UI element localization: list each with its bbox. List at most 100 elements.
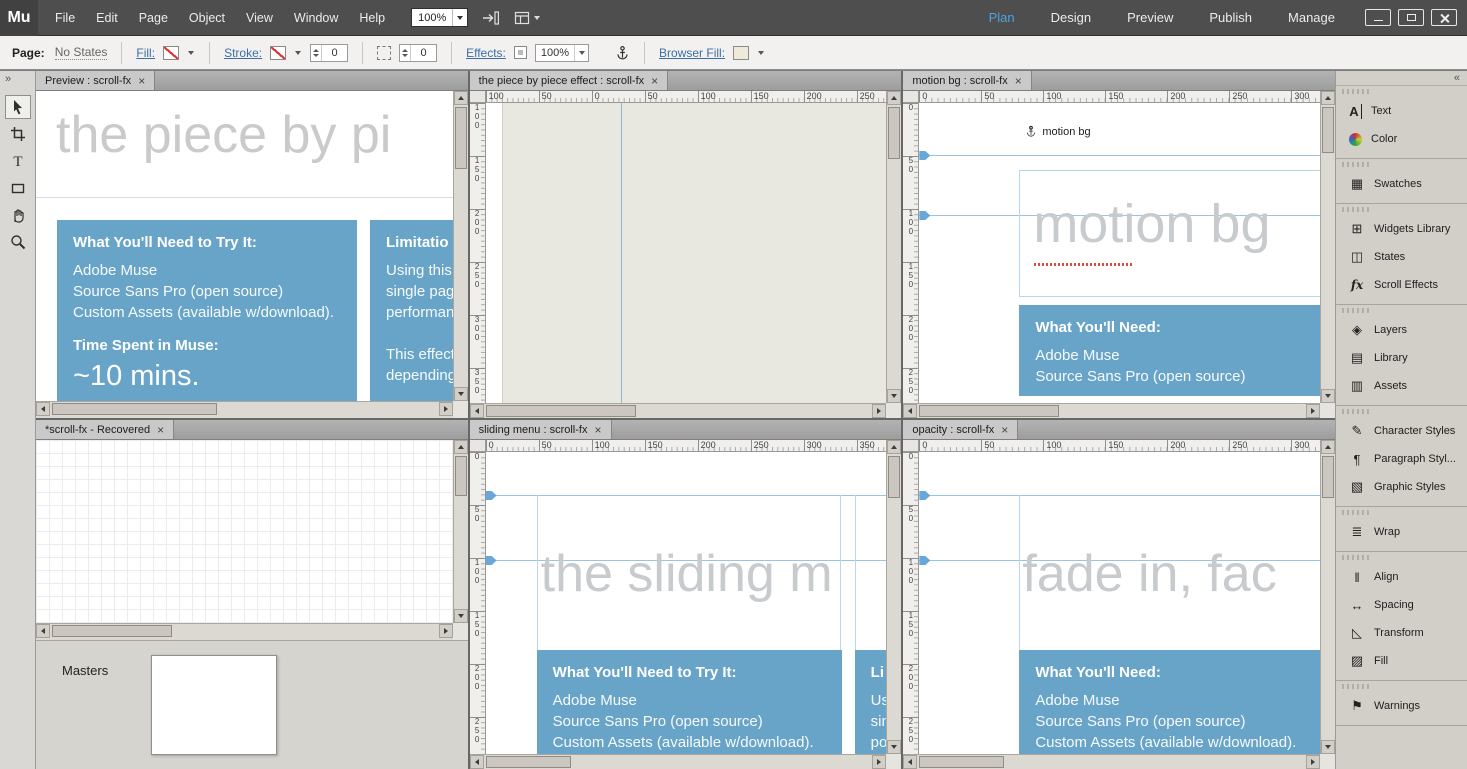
stroke-swatch[interactable]: [270, 45, 287, 60]
horizontal-scrollbar-thumb[interactable]: [52, 403, 217, 415]
effects-icon[interactable]: [513, 46, 527, 59]
dock-panel-item[interactable]: fx Scroll Effects: [1336, 271, 1467, 299]
dock-panel-item[interactable]: ◈ Layers: [1336, 316, 1467, 344]
vertical-scrollbar[interactable]: [886, 440, 902, 754]
menu-item[interactable]: Page: [139, 11, 168, 25]
browser-fill-dropdown-icon[interactable]: [757, 45, 765, 60]
mode-link[interactable]: Publish: [1209, 10, 1252, 25]
stepper-arrows-icon[interactable]: [311, 44, 323, 61]
guide-marker-icon[interactable]: [919, 556, 931, 565]
menu-item[interactable]: View: [246, 11, 273, 25]
scroll-up-icon[interactable]: [1320, 440, 1335, 454]
stroke-link[interactable]: Stroke:: [224, 46, 262, 60]
scroll-right-icon[interactable]: [438, 402, 453, 416]
scroll-down-icon[interactable]: [1320, 740, 1335, 754]
scroll-down-icon[interactable]: [887, 740, 902, 754]
fill-dropdown-icon[interactable]: [187, 45, 195, 60]
scroll-right-icon[interactable]: [872, 404, 887, 418]
tab-preview-scroll-fx[interactable]: Preview : scroll-fx ×: [36, 71, 156, 90]
scroll-up-icon[interactable]: [1320, 91, 1335, 105]
scroll-left-icon[interactable]: [903, 404, 918, 418]
zoom-select[interactable]: 100%: [411, 8, 469, 27]
guide-marker-icon[interactable]: [919, 211, 931, 220]
expand-tools-icon[interactable]: »: [0, 71, 35, 85]
zoom-tool[interactable]: [5, 230, 31, 254]
scroll-up-icon[interactable]: [887, 91, 902, 105]
tab-close-icon[interactable]: ×: [651, 74, 658, 88]
guide-line[interactable]: [919, 155, 1320, 156]
guide-marker-icon[interactable]: [919, 491, 931, 500]
vertical-scrollbar-thumb[interactable]: [888, 107, 901, 159]
close-button[interactable]: [1431, 9, 1457, 26]
dock-panel-item[interactable]: ▧ Graphic Styles: [1336, 473, 1467, 501]
horizontal-scrollbar[interactable]: [469, 403, 887, 418]
content-box-needs[interactable]: What You'll Need: Adobe Muse Source Sans …: [1019, 650, 1320, 754]
horizontal-scrollbar-thumb[interactable]: [919, 405, 1060, 417]
stroke-dropdown-icon[interactable]: [294, 45, 302, 60]
scroll-down-icon[interactable]: [887, 389, 902, 403]
mode-link[interactable]: Design: [1051, 10, 1091, 25]
menu-item[interactable]: Object: [189, 11, 225, 25]
fill-swatch[interactable]: [163, 45, 180, 60]
dock-panel-item[interactable]: ‖ Align: [1336, 563, 1467, 591]
vertical-scrollbar[interactable]: [452, 91, 468, 401]
vertical-scrollbar-thumb[interactable]: [888, 456, 901, 498]
scroll-down-icon[interactable]: [1320, 389, 1335, 403]
collapse-dock-icon[interactable]: «: [1336, 71, 1467, 86]
scroll-left-icon[interactable]: [469, 404, 484, 418]
scroll-right-icon[interactable]: [1305, 755, 1320, 769]
preview-canvas[interactable]: the piece by pi What You'll Need to Try …: [36, 91, 453, 401]
horizontal-scrollbar[interactable]: [36, 401, 453, 418]
vertical-scrollbar[interactable]: [1319, 440, 1335, 754]
screen-mode-icon[interactable]: [514, 10, 541, 26]
dock-panel-item[interactable]: ⊞ Widgets Library: [1336, 215, 1467, 243]
guide-marker-icon[interactable]: [485, 556, 497, 565]
design-canvas[interactable]: fade in, fac What You'll Need: Adobe Mus…: [919, 452, 1320, 754]
tab-close-icon[interactable]: ×: [138, 74, 145, 88]
tab-recovered[interactable]: *scroll-fx - Recovered ×: [36, 420, 175, 439]
horizontal-scrollbar-thumb[interactable]: [919, 756, 1005, 768]
mode-link[interactable]: Plan: [989, 10, 1015, 25]
browser-fill-link[interactable]: Browser Fill:: [659, 46, 725, 60]
design-canvas[interactable]: [485, 103, 887, 403]
page-heading[interactable]: fade in, fac: [1022, 544, 1276, 604]
tab-opacity[interactable]: opacity : scroll-fx ×: [903, 420, 1019, 439]
vertical-scrollbar-thumb[interactable]: [1321, 456, 1334, 498]
text-tool[interactable]: T: [5, 149, 31, 173]
tab-close-icon[interactable]: ×: [1001, 423, 1008, 437]
vertical-scrollbar[interactable]: [452, 440, 468, 623]
anchor-icon[interactable]: [615, 45, 630, 61]
crop-tool[interactable]: [5, 122, 31, 146]
dock-panel-item[interactable]: A Text: [1336, 97, 1467, 125]
chevron-down-icon[interactable]: [574, 44, 588, 61]
vertical-scrollbar[interactable]: [1319, 91, 1335, 403]
effects-link[interactable]: Effects:: [466, 46, 506, 60]
hand-tool[interactable]: [5, 203, 31, 227]
dock-panel-item[interactable]: ◫ States: [1336, 243, 1467, 271]
scroll-left-icon[interactable]: [903, 755, 918, 769]
master-page-thumbnail[interactable]: [151, 655, 277, 755]
scroll-up-icon[interactable]: [453, 440, 468, 454]
stepper-arrows-icon[interactable]: [400, 44, 412, 61]
guide-line[interactable]: [919, 495, 1320, 496]
horizontal-scrollbar[interactable]: [903, 754, 1320, 769]
page-heading[interactable]: motion bg: [1033, 193, 1270, 255]
scroll-right-icon[interactable]: [438, 624, 453, 638]
horizontal-scrollbar[interactable]: [469, 754, 887, 769]
menu-item[interactable]: Window: [294, 11, 338, 25]
scroll-left-icon[interactable]: [469, 755, 484, 769]
tab-close-icon[interactable]: ×: [157, 423, 164, 437]
tab-motion-bg[interactable]: motion bg : scroll-fx ×: [903, 71, 1032, 90]
page-navigation-icon[interactable]: [482, 10, 500, 26]
dock-panel-item[interactable]: ⚑ Warnings: [1336, 692, 1467, 720]
minimize-button[interactable]: [1365, 9, 1391, 26]
guide-marker-icon[interactable]: [919, 151, 931, 160]
maximize-button[interactable]: [1398, 9, 1424, 26]
guide-marker-icon[interactable]: [485, 491, 497, 500]
tab-piece-effect[interactable]: the piece by piece effect : scroll-fx ×: [469, 71, 669, 90]
scroll-down-icon[interactable]: [453, 609, 468, 623]
dock-panel-item[interactable]: ≣ Wrap: [1336, 518, 1467, 546]
dock-panel-item[interactable]: ▥ Assets: [1336, 372, 1467, 400]
guide-line[interactable]: [485, 495, 887, 496]
horizontal-scrollbar-thumb[interactable]: [485, 405, 636, 417]
